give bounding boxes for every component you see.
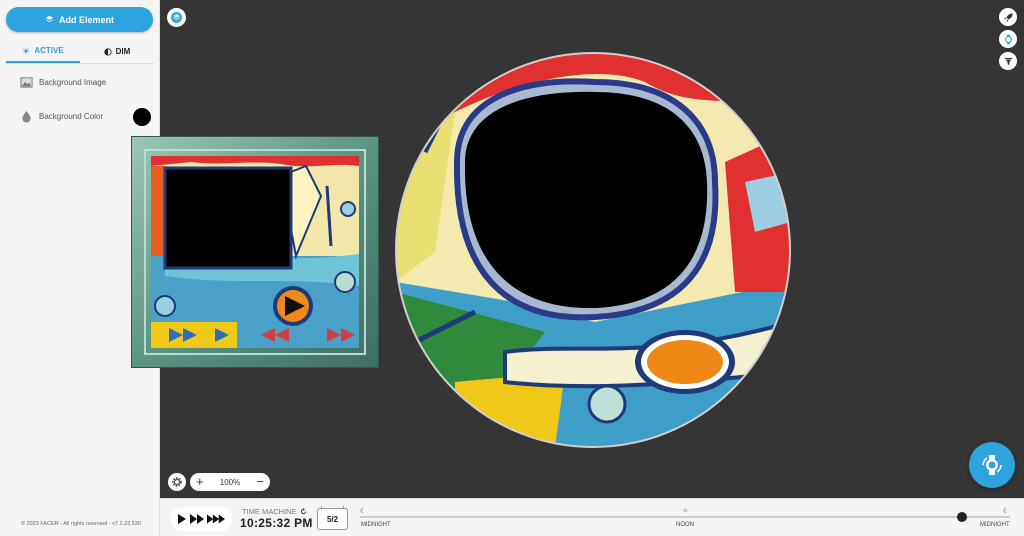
settings-button[interactable]	[168, 473, 186, 491]
add-element-label: Add Element	[58, 14, 114, 25]
zoom-pill: + 100% −	[190, 473, 270, 491]
image-icon	[20, 77, 33, 88]
rocket-icon	[1003, 12, 1013, 22]
refresh-icon[interactable]	[300, 508, 307, 515]
watch-icon	[1004, 34, 1012, 44]
zoom-out-button[interactable]: −	[256, 475, 264, 488]
layers-icon	[45, 15, 54, 23]
background-color-row[interactable]: Background Color	[20, 110, 103, 123]
date-picker[interactable]: 5/2	[317, 506, 348, 530]
filter-tool-button[interactable]	[999, 52, 1017, 70]
contrast-icon	[104, 47, 112, 56]
tab-active-label: ACTIVE	[34, 46, 64, 55]
zoom-controls: + 100% −	[168, 473, 270, 491]
current-time: 10:25:32 PM	[240, 516, 313, 530]
gear-icon	[172, 477, 182, 487]
add-element-button[interactable]: Add Element	[6, 7, 153, 32]
play-icon[interactable]	[177, 514, 187, 524]
moon-icon: ☾	[360, 508, 367, 515]
background-color-label: Background Color	[39, 112, 104, 121]
tab-dim-label: DIM	[115, 47, 131, 56]
zoom-in-button[interactable]: +	[196, 475, 204, 488]
layers-toggle-button[interactable]	[167, 8, 186, 27]
watch-preview-fab[interactable]	[969, 442, 1015, 488]
funnel-icon	[1003, 57, 1013, 65]
time-machine-label: TIME MACHINE	[242, 507, 307, 516]
droplet-icon	[22, 110, 31, 123]
tab-active[interactable]: ACTIVE	[6, 40, 80, 63]
square-watch-preview[interactable]	[131, 136, 379, 368]
timeline-label-end: MIDNIGHT	[980, 522, 1010, 528]
time-machine-bar: TIME MACHINE 10:25:32 PM 5/2 ☾ ☼ ☾ MIDNI…	[160, 498, 1024, 536]
fast-forward-icon[interactable]	[189, 514, 204, 524]
background-image-row[interactable]: Background Image	[20, 76, 106, 89]
rocket-tool-button[interactable]	[999, 8, 1017, 26]
timeline-thumb[interactable]	[957, 512, 967, 522]
watch-rotate-icon	[982, 455, 1002, 475]
layers-icon	[171, 12, 182, 23]
background-color-swatch[interactable]	[133, 108, 151, 126]
timeline-label-start: MIDNIGHT	[361, 522, 391, 528]
copyright-text: © 2023 FACER - All rights reserved - v7.…	[21, 521, 141, 527]
background-image-label: Background Image	[39, 78, 107, 87]
sun-icon	[22, 46, 30, 55]
time-machine-title: TIME MACHINE	[242, 507, 297, 516]
timeline-track[interactable]	[360, 516, 1010, 518]
zoom-level: 100%	[219, 477, 241, 487]
mode-tabs: ACTIVE DIM	[6, 40, 154, 64]
watch-preview-button[interactable]	[999, 30, 1017, 48]
sun-icon: ☼	[682, 507, 689, 514]
moon-icon: ☾	[1003, 508, 1010, 515]
playback-controls	[170, 507, 232, 531]
round-watch-preview[interactable]	[395, 52, 791, 448]
fastest-forward-icon[interactable]	[206, 514, 225, 524]
tab-dim[interactable]: DIM	[80, 40, 154, 63]
timeline-label-noon: NOON	[676, 522, 694, 528]
